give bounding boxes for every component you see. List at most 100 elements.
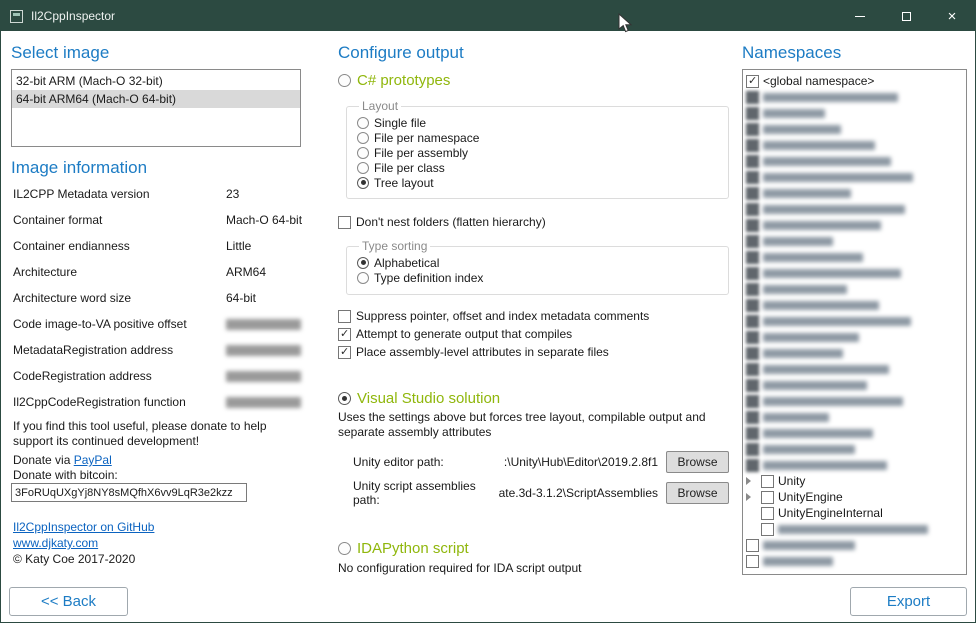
namespace-row[interactable] <box>743 537 966 553</box>
namespace-checkbox[interactable] <box>761 507 774 520</box>
namespace-checkbox[interactable] <box>746 171 759 184</box>
namespace-checkbox[interactable] <box>746 91 759 104</box>
namespace-row[interactable] <box>743 281 966 297</box>
layout-option[interactable]: File per assembly <box>357 145 720 160</box>
visual-studio-solution-radio[interactable] <box>338 392 351 405</box>
namespace-checkbox[interactable] <box>746 315 759 328</box>
layout-option-radio[interactable] <box>357 117 369 129</box>
namespace-checkbox[interactable] <box>746 347 759 360</box>
namespace-checkbox[interactable] <box>746 427 759 440</box>
expander-icon[interactable] <box>746 508 757 519</box>
layout-option[interactable]: File per class <box>357 160 720 175</box>
namespace-row[interactable] <box>743 185 966 201</box>
github-link[interactable]: Il2CppInspector on GitHub <box>13 520 154 534</box>
namespace-checkbox[interactable] <box>746 443 759 456</box>
namespace-row[interactable] <box>743 297 966 313</box>
layout-option-radio[interactable] <box>357 177 369 189</box>
namespace-checkbox[interactable] <box>746 379 759 392</box>
namespace-checkbox[interactable] <box>761 491 774 504</box>
output-option-row[interactable]: Place assembly-level attributes in separ… <box>338 343 649 361</box>
namespace-checkbox[interactable] <box>746 539 759 552</box>
namespace-row[interactable] <box>743 169 966 185</box>
namespace-checkbox[interactable] <box>746 235 759 248</box>
layout-option[interactable]: Single file <box>357 115 720 130</box>
namespace-checkbox[interactable] <box>746 411 759 424</box>
namespace-row[interactable] <box>743 521 966 537</box>
namespace-row[interactable] <box>743 457 966 473</box>
namespace-row[interactable] <box>743 393 966 409</box>
namespace-row[interactable] <box>743 409 966 425</box>
layout-option-radio[interactable] <box>357 147 369 159</box>
csharp-prototypes-radio[interactable] <box>338 74 351 87</box>
visual-studio-solution-option[interactable]: Visual Studio solution <box>338 389 500 407</box>
namespace-checkbox[interactable] <box>746 203 759 216</box>
minimize-button[interactable] <box>837 1 883 31</box>
namespace-row[interactable] <box>743 329 966 345</box>
namespace-checkbox[interactable] <box>746 123 759 136</box>
namespace-row[interactable] <box>743 313 966 329</box>
namespace-checkbox[interactable] <box>746 251 759 264</box>
namespace-checkbox[interactable] <box>746 219 759 232</box>
namespace-row[interactable] <box>743 265 966 281</box>
namespace-checkbox[interactable] <box>746 459 759 472</box>
back-button[interactable]: << Back <box>9 587 128 616</box>
namespace-row[interactable]: UnityEngineInternal <box>743 505 966 521</box>
namespaces-list[interactable]: <global namespace> <box>742 69 967 575</box>
namespace-row[interactable]: Unity <box>743 473 966 489</box>
namespace-row[interactable] <box>743 217 966 233</box>
namespace-row[interactable] <box>743 441 966 457</box>
namespace-row[interactable] <box>743 121 966 137</box>
output-option-row[interactable]: Suppress pointer, offset and index metad… <box>338 307 649 325</box>
csharp-prototypes-option[interactable]: C# prototypes <box>338 71 450 89</box>
type-sorting-option[interactable]: Type definition index <box>357 270 720 285</box>
namespace-row[interactable] <box>743 425 966 441</box>
close-button[interactable]: × <box>929 1 975 31</box>
layout-option-radio[interactable] <box>357 132 369 144</box>
browse-script-assemblies-button[interactable]: Browse <box>666 482 729 504</box>
namespace-checkbox[interactable] <box>761 523 774 536</box>
layout-option[interactable]: File per namespace <box>357 130 720 145</box>
flatten-hierarchy-option[interactable]: Don't nest folders (flatten hierarchy) <box>338 213 546 231</box>
namespace-checkbox[interactable] <box>746 283 759 296</box>
namespace-row[interactable]: <global namespace> <box>743 73 966 89</box>
image-option[interactable]: 32-bit ARM (Mach-O 32-bit) <box>12 72 300 90</box>
namespace-checkbox[interactable] <box>746 395 759 408</box>
namespace-row[interactable] <box>743 249 966 265</box>
output-option-row[interactable]: Attempt to generate output that compiles <box>338 325 649 343</box>
namespace-row[interactable] <box>743 377 966 393</box>
flatten-hierarchy-checkbox[interactable] <box>338 216 351 229</box>
namespace-checkbox[interactable] <box>746 331 759 344</box>
type-sorting-option-radio[interactable] <box>357 257 369 269</box>
namespace-checkbox[interactable] <box>746 267 759 280</box>
layout-option[interactable]: Tree layout <box>357 175 720 190</box>
namespace-checkbox[interactable] <box>746 299 759 312</box>
namespace-row[interactable] <box>743 345 966 361</box>
image-list[interactable]: 32-bit ARM (Mach-O 32-bit)64-bit ARM64 (… <box>11 69 301 147</box>
output-option-checkbox[interactable] <box>338 346 351 359</box>
maximize-button[interactable] <box>883 1 929 31</box>
browse-unity-editor-button[interactable]: Browse <box>666 451 729 473</box>
export-button[interactable]: Export <box>850 587 967 616</box>
paypal-link[interactable]: PayPal <box>74 453 112 467</box>
namespace-checkbox[interactable] <box>746 363 759 376</box>
namespace-row[interactable]: UnityEngine <box>743 489 966 505</box>
output-option-checkbox[interactable] <box>338 310 351 323</box>
type-sorting-option-radio[interactable] <box>357 272 369 284</box>
output-option-checkbox[interactable] <box>338 328 351 341</box>
namespace-row[interactable] <box>743 553 966 569</box>
namespace-checkbox[interactable] <box>746 555 759 568</box>
expander-icon[interactable] <box>746 492 757 503</box>
idapython-script-radio[interactable] <box>338 542 351 555</box>
namespace-checkbox[interactable] <box>761 475 774 488</box>
website-link[interactable]: www.djkaty.com <box>13 536 98 550</box>
namespace-row[interactable] <box>743 105 966 121</box>
namespace-checkbox[interactable] <box>746 139 759 152</box>
expander-icon[interactable] <box>746 476 757 487</box>
type-sorting-option[interactable]: Alphabetical <box>357 255 720 270</box>
namespace-row[interactable] <box>743 153 966 169</box>
namespace-row[interactable] <box>743 89 966 105</box>
expander-icon[interactable] <box>746 524 757 535</box>
namespace-row[interactable] <box>743 233 966 249</box>
namespace-row[interactable] <box>743 361 966 377</box>
image-option[interactable]: 64-bit ARM64 (Mach-O 64-bit) <box>12 90 300 108</box>
